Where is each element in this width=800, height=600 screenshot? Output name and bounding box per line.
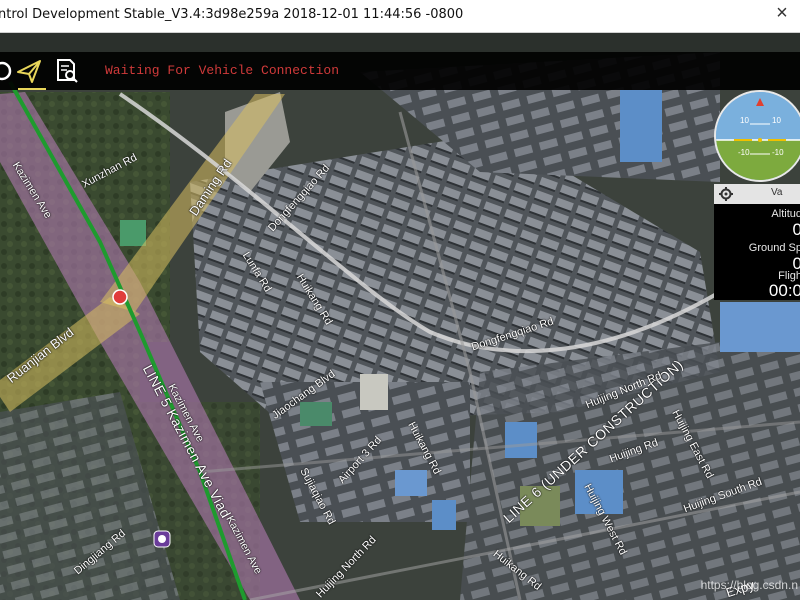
pitch-label: 10 bbox=[772, 116, 781, 125]
analyze-icon[interactable] bbox=[52, 56, 82, 86]
altitude-label: Altitud bbox=[771, 208, 800, 220]
altitude-value: 0 bbox=[792, 220, 800, 239]
satellite-imagery bbox=[0, 52, 800, 600]
window-title: ntrol Development Stable_V3.4:3d98e259a … bbox=[0, 7, 464, 22]
connection-status: Waiting For Vehicle Connection bbox=[105, 63, 340, 78]
watermark: https://blog.csdn.n bbox=[700, 578, 798, 592]
instrument-panel-title: Va bbox=[771, 187, 783, 198]
instrument-panel-header: Va bbox=[714, 184, 800, 204]
instrument-panel: Va Altitud 0 Ground Sp 0 Fligh 00:0 bbox=[714, 184, 800, 300]
plan-icon[interactable] bbox=[14, 56, 46, 90]
window-titlebar: ntrol Development Stable_V3.4:3d98e259a … bbox=[0, 0, 800, 33]
pitch-label: 10 bbox=[740, 116, 749, 125]
ground-speed-label: Ground Sp bbox=[748, 242, 800, 254]
pitch-label: -10 bbox=[772, 148, 784, 157]
flight-time-value: 00:0 bbox=[768, 281, 800, 300]
gear-icon[interactable] bbox=[719, 187, 733, 201]
attitude-indicator: 10 10 -10 -10 bbox=[714, 90, 800, 182]
main-toolbar: Waiting For Vehicle Connection bbox=[0, 52, 800, 90]
pitch-label: -10 bbox=[738, 148, 750, 157]
map-view[interactable]: Kazimen Ave Xunzhan Rd Daming Rd Dongfen… bbox=[0, 52, 800, 600]
window-close-button[interactable]: × bbox=[770, 0, 794, 30]
